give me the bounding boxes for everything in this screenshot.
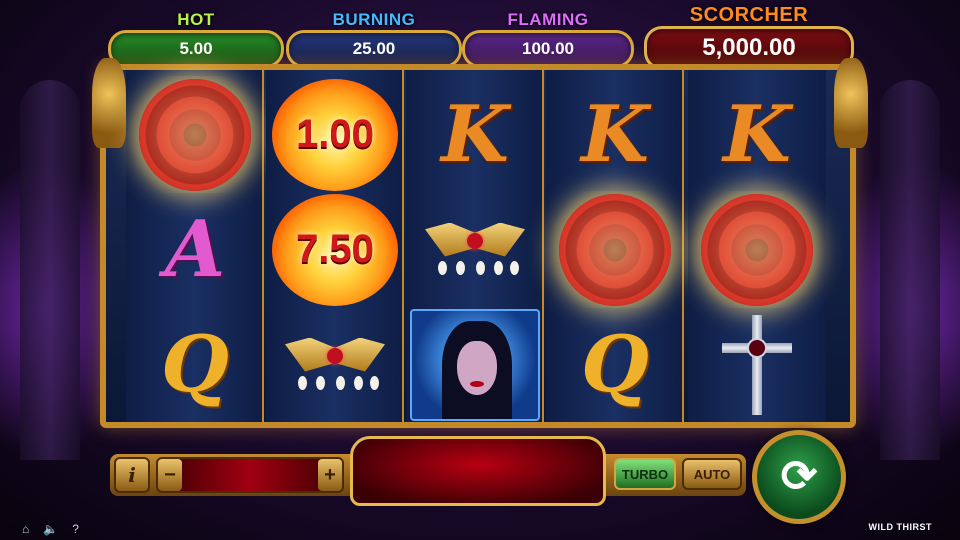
necklace-icon: [420, 215, 530, 285]
right-pillar: [880, 80, 940, 460]
reel-2: 1.00 7.50: [266, 70, 404, 422]
symbol-rose: [688, 191, 826, 308]
game-title: WILD THIRST: [868, 522, 932, 532]
footer-icons: ⌂ 🔈 ?: [22, 520, 79, 538]
help-icon[interactable]: ?: [72, 522, 79, 536]
jackpot-flaming-label: FLAMING: [507, 10, 589, 29]
bet-decrease-button[interactable]: −: [158, 459, 182, 491]
reel-3: K: [406, 70, 544, 422]
jackpot-flaming: FLAMING 100.00: [462, 8, 634, 68]
vampire-icon: [410, 308, 540, 421]
reel-5: K: [688, 70, 826, 422]
spin-button[interactable]: ⟳: [752, 430, 846, 524]
symbol-k: K: [546, 76, 684, 193]
fireball-icon: 1.00: [272, 78, 398, 191]
symbol-a: A: [126, 191, 264, 308]
sound-icon[interactable]: 🔈: [43, 522, 58, 536]
home-icon[interactable]: ⌂: [22, 522, 29, 536]
symbol-fireball: 1.00: [266, 76, 404, 193]
symbol-q: Q: [126, 306, 264, 423]
symbol-k: K: [688, 76, 826, 193]
win-display: [350, 436, 606, 506]
bet-display: [156, 457, 344, 493]
letter-q: Q: [581, 318, 649, 410]
reel-1: AQ: [126, 70, 264, 422]
fireball-value: 7.50: [296, 227, 374, 271]
reel-4: KQ: [546, 70, 684, 422]
symbol-rose: [126, 76, 264, 193]
rose-glow: [546, 191, 684, 308]
letter-q: Q: [161, 318, 229, 410]
symbol-vampire: [406, 306, 544, 423]
letter-k: K: [441, 88, 509, 180]
jackpot-burning: BURNING 25.00: [286, 8, 462, 68]
rose-glow: [126, 76, 264, 193]
cross-icon: [722, 314, 792, 415]
jackpot-flaming-value: 100.00: [462, 30, 634, 68]
frame-ornament-right: [834, 58, 868, 148]
jackpot-burning-label: BURNING: [332, 10, 416, 29]
jackpot-scorcher: SCORCHER 5,000.00: [644, 4, 854, 70]
symbol-necklace: [266, 306, 404, 423]
fireball-icon: 7.50: [272, 193, 398, 306]
symbol-cross: [688, 306, 826, 423]
symbol-q: Q: [546, 306, 684, 423]
symbol-fireball: 7.50: [266, 191, 404, 308]
jackpot-hot-label: HOT: [177, 10, 215, 29]
info-button[interactable]: i: [114, 457, 150, 493]
frame-ornament-left: [92, 58, 126, 148]
jackpot-hot-value: 5.00: [108, 30, 284, 68]
letter-a: A: [164, 203, 226, 295]
turbo-button[interactable]: TURBO: [614, 458, 676, 490]
symbol-k: K: [406, 76, 544, 193]
symbol-necklace: [406, 191, 544, 308]
rose-glow: [688, 191, 826, 308]
symbol-rose: [546, 191, 684, 308]
bet-increase-button[interactable]: +: [318, 459, 342, 491]
letter-k: K: [581, 88, 649, 180]
letter-k: K: [723, 88, 791, 180]
jackpot-hot: HOT 5.00: [108, 8, 284, 68]
jackpot-burning-value: 25.00: [286, 30, 462, 68]
necklace-icon: [280, 330, 390, 400]
fireball-value: 1.00: [296, 112, 374, 156]
refresh-icon: ⟳: [780, 452, 818, 501]
left-pillar: [20, 80, 80, 460]
auto-button[interactable]: AUTO: [682, 458, 742, 490]
jackpot-scorcher-label: SCORCHER: [689, 4, 809, 26]
